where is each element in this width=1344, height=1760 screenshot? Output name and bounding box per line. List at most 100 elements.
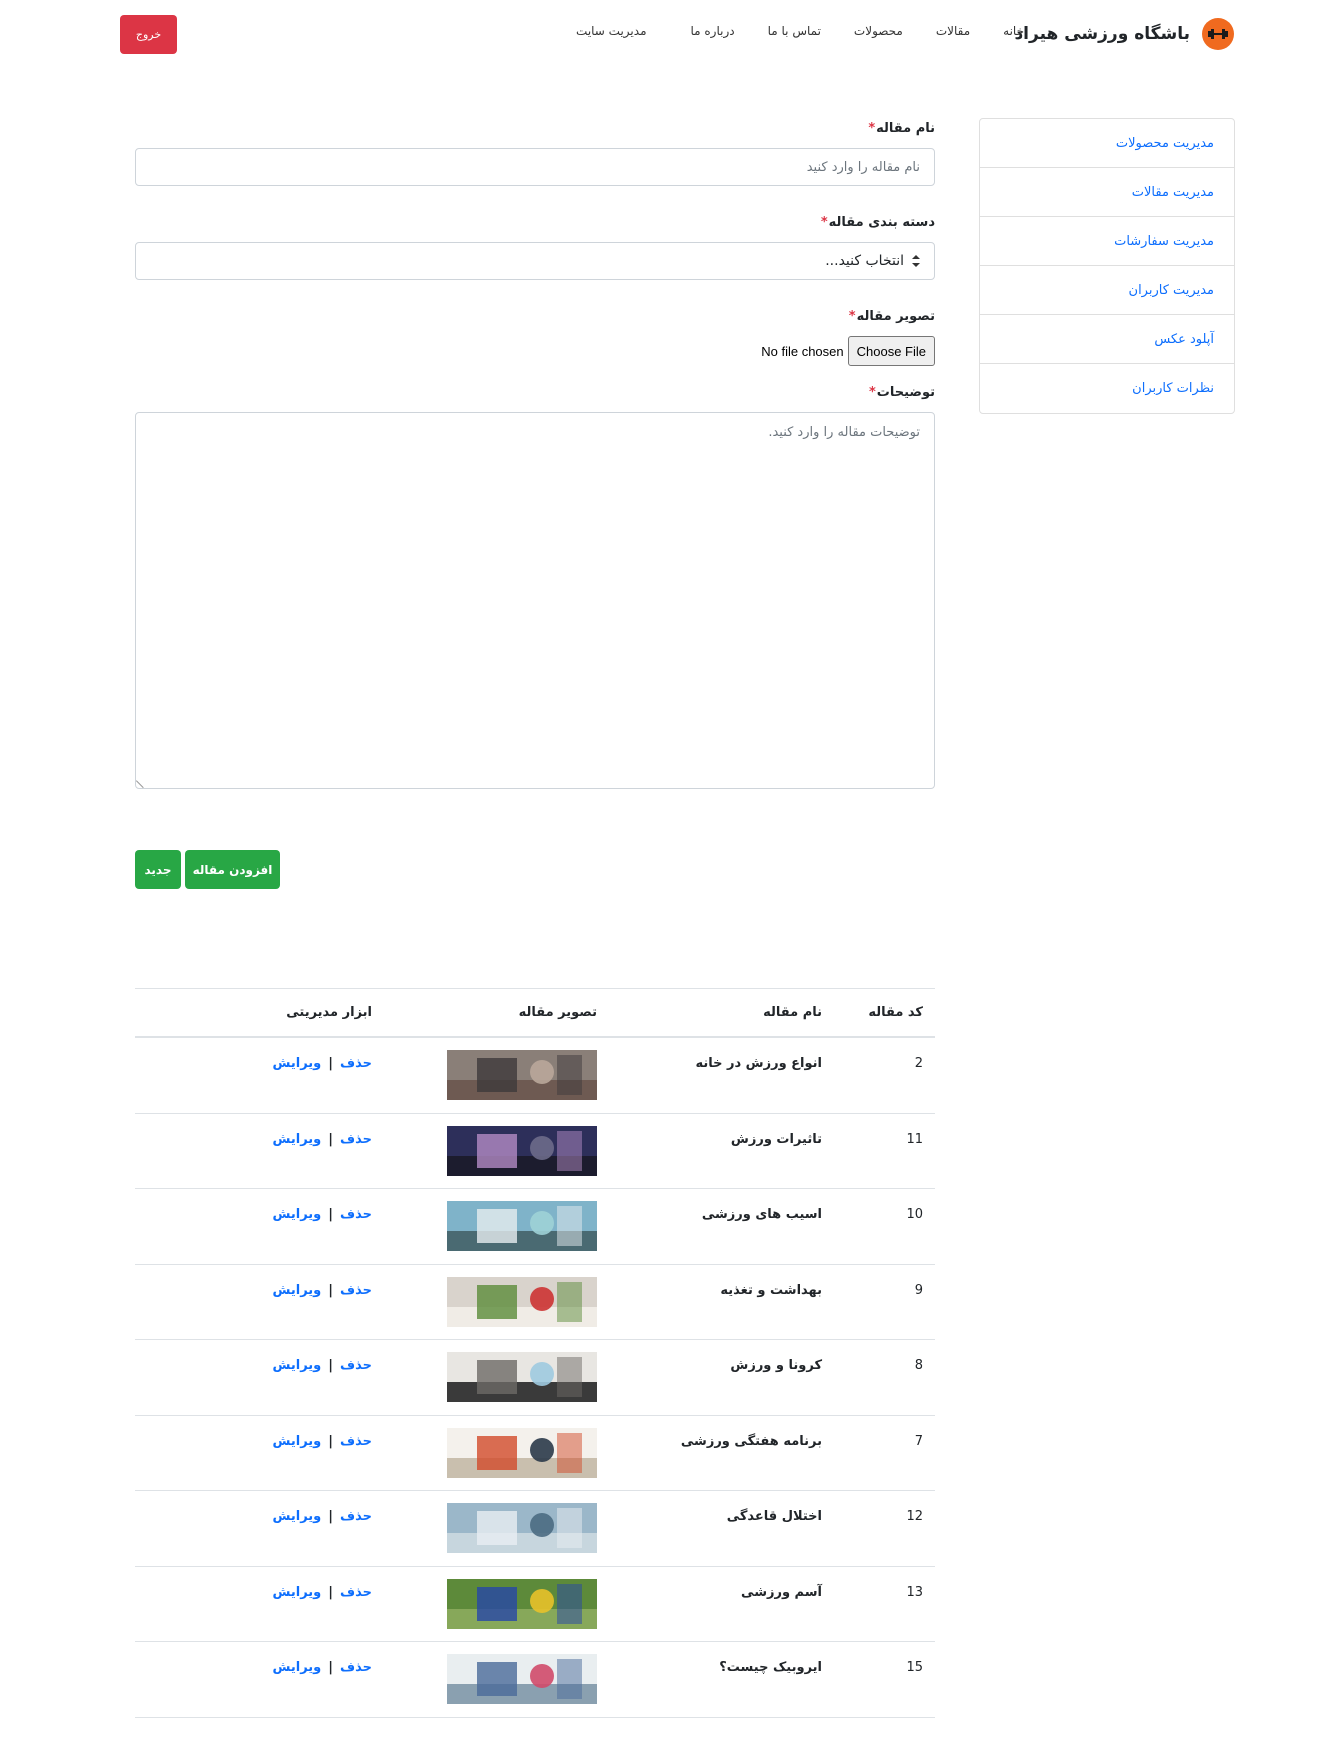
brand[interactable]: باشگاه ورزشی هیراد [1014, 16, 1234, 52]
article-actions: حذف | ویرایش [135, 1265, 373, 1298]
sidebar-item-products[interactable]: مدیریت محصولات [980, 119, 1234, 168]
article-thumbnail [372, 1491, 597, 1553]
name-label: نام مقاله * [135, 118, 935, 138]
category-selected-value: انتخاب کنید... [825, 253, 904, 269]
table-row: 10 اسیب های ورزشی حذف | ویرایش [135, 1189, 935, 1265]
sidebar-item-users[interactable]: مدیریت کاربران [980, 266, 1234, 315]
article-thumbnail [372, 1189, 597, 1251]
article-actions: حذف | ویرایش [135, 1340, 373, 1373]
delete-link[interactable]: حذف [340, 1660, 372, 1675]
nav-about[interactable]: درباره ما [691, 24, 735, 38]
table-row: 9 بهداشت و تغذیه حذف | ویرایش [135, 1265, 935, 1340]
header-image: تصویر مقاله [518, 1005, 597, 1020]
article-code: 11 [906, 1131, 923, 1147]
edit-link[interactable]: ویرایش [273, 1509, 322, 1524]
logout-button[interactable]: خروج [120, 15, 177, 54]
nav-links: خانه مقالات محصولات تماس با ما درباره ما… [543, 24, 1024, 38]
action-separator: | [328, 1660, 334, 1675]
article-actions: حذف | ویرایش [135, 1642, 373, 1675]
article-name: تاثیرات ورزش [730, 1131, 822, 1147]
article-name: اسیب های ورزشی [701, 1207, 822, 1222]
name-label-text: نام مقاله [876, 120, 935, 136]
article-actions: حذف | ویرایش [135, 1567, 373, 1600]
table-row: 8 کرونا و ورزش حذف | ویرایش [135, 1340, 935, 1416]
category-label-text: دسته بندی مقاله [828, 214, 935, 230]
edit-link[interactable]: ویرایش [273, 1434, 322, 1449]
brand-title: باشگاه ورزشی هیراد [1014, 24, 1190, 44]
delete-link[interactable]: حذف [340, 1283, 372, 1298]
edit-link[interactable]: ویرایش [273, 1358, 322, 1373]
edit-link[interactable]: ویرایش [273, 1132, 322, 1147]
required-mark: * [868, 120, 876, 136]
sidebar-item-comments[interactable]: نظرات کاربران [980, 364, 1234, 413]
delete-link[interactable]: حذف [340, 1585, 372, 1600]
file-status: No file chosen [761, 343, 844, 359]
delete-link[interactable]: حذف [340, 1132, 372, 1147]
header-code: کد مقاله [868, 1005, 923, 1020]
dumbbell-icon [1202, 18, 1234, 50]
required-mark: * [820, 214, 828, 230]
article-code: 9 [914, 1282, 923, 1298]
admin-sidebar: مدیریت محصولات مدیریت مقالات مدیریت سفار… [979, 118, 1235, 414]
article-code: 8 [914, 1358, 923, 1373]
article-thumbnail [372, 1265, 597, 1327]
delete-link[interactable]: حذف [340, 1358, 372, 1373]
article-form: نام مقاله * نام مقاله را وارد کنید دسته ب… [135, 118, 935, 789]
choose-file-button[interactable]: Choose File [847, 336, 935, 366]
delete-link[interactable]: حذف [340, 1056, 372, 1071]
article-code: 12 [906, 1509, 923, 1524]
action-separator: | [328, 1584, 334, 1600]
article-name: برنامه هفتگی ورزشی [680, 1433, 822, 1449]
action-separator: | [328, 1282, 334, 1298]
edit-link[interactable]: ویرایش [273, 1660, 322, 1675]
edit-link[interactable]: ویرایش [273, 1585, 322, 1600]
delete-link[interactable]: حذف [340, 1434, 372, 1449]
articles-table: کد مقاله نام مقاله تصویر مقاله ابزار مدی… [135, 988, 935, 1718]
table-header: کد مقاله نام مقاله تصویر مقاله ابزار مدی… [135, 988, 935, 1038]
delete-link[interactable]: حذف [340, 1509, 372, 1524]
image-label: تصویر مقاله * [135, 306, 935, 326]
description-label-text: توضیحات [876, 384, 935, 400]
edit-link[interactable]: ویرایش [273, 1056, 322, 1071]
article-thumbnail [372, 1038, 597, 1100]
table-row: 13 آسم ورزشی حذف | ویرایش [135, 1567, 935, 1642]
image-file-input: Choose File No file chosen [135, 336, 935, 366]
add-article-button[interactable]: افزودن مقاله [185, 850, 280, 889]
table-row: 2 انواع ورزش در خانه حذف | ویرایش [135, 1038, 935, 1114]
article-name: اختلال قاعدگی [726, 1509, 822, 1524]
article-thumbnail [372, 1567, 597, 1629]
article-thumbnail [372, 1340, 597, 1402]
nav-admin[interactable]: مدیریت سایت [576, 24, 646, 38]
article-thumbnail [372, 1416, 597, 1478]
resize-handle-icon[interactable] [135, 773, 151, 789]
category-select[interactable]: انتخاب کنید... [135, 242, 935, 280]
article-actions: حذف | ویرایش [135, 1189, 373, 1222]
required-mark: * [848, 308, 856, 324]
edit-link[interactable]: ویرایش [273, 1207, 322, 1222]
description-label: توضیحات * [135, 382, 935, 402]
article-actions: حذف | ویرایش [135, 1038, 373, 1071]
nav-home[interactable]: خانه [1003, 24, 1024, 38]
category-label: دسته بندی مقاله * [135, 212, 935, 232]
action-separator: | [328, 1358, 334, 1373]
article-code: 10 [906, 1207, 923, 1222]
action-separator: | [328, 1509, 334, 1524]
new-button[interactable]: جدید [135, 850, 181, 889]
description-textarea[interactable]: توضیحات مقاله را وارد کنید. [135, 412, 935, 789]
nav-contact[interactable]: تماس با ما [768, 24, 821, 38]
article-name-input[interactable]: نام مقاله را وارد کنید [135, 148, 935, 186]
article-thumbnail [372, 1642, 597, 1704]
table-row: 12 اختلال قاعدگی حذف | ویرایش [135, 1491, 935, 1567]
sidebar-item-upload-photo[interactable]: آپلود عکس [980, 315, 1234, 364]
table-row: 7 برنامه هفتگی ورزشی حذف | ویرایش [135, 1416, 935, 1491]
header-tools: ابزار مدیریتی [286, 1005, 372, 1020]
nav-products[interactable]: محصولات [854, 24, 903, 38]
article-name: ایروبیک چیست؟ [719, 1660, 822, 1675]
edit-link[interactable]: ویرایش [273, 1283, 322, 1298]
sidebar-item-articles[interactable]: مدیریت مقالات [980, 168, 1234, 217]
delete-link[interactable]: حذف [340, 1207, 372, 1222]
nav-articles[interactable]: مقالات [936, 24, 970, 38]
sidebar-item-orders[interactable]: مدیریت سفارشات [980, 217, 1234, 266]
required-mark: * [868, 384, 876, 400]
form-buttons: جدید افزودن مقاله [135, 850, 280, 889]
